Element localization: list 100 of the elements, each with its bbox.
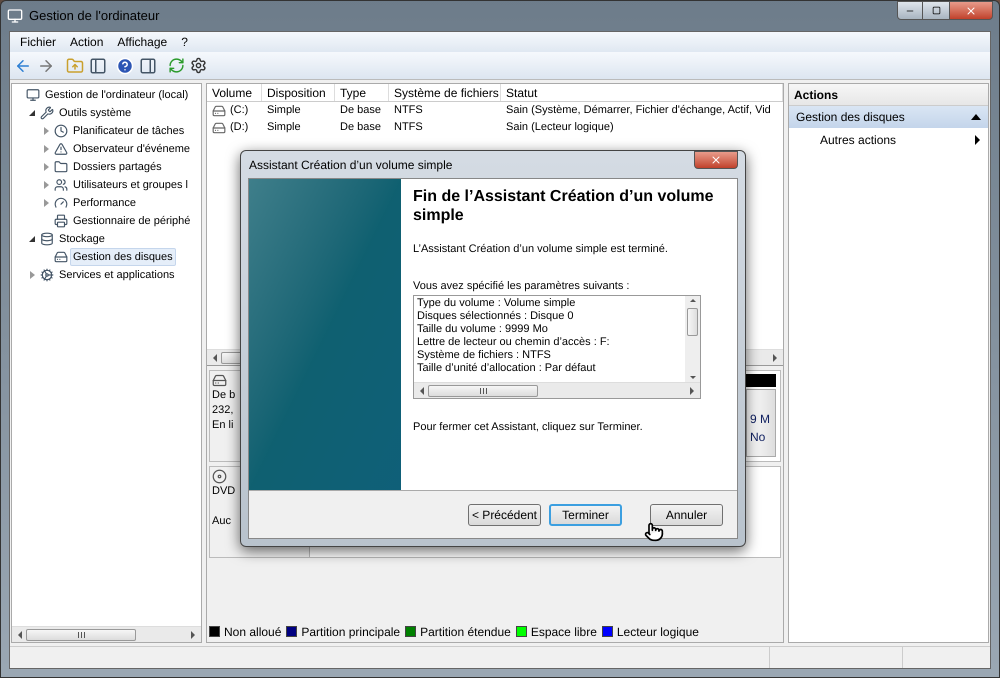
close-icon — [965, 4, 977, 16]
disk-info-text: Auc — [212, 514, 232, 529]
disk-info-text: De b — [212, 388, 236, 403]
table-cell-text: Simple — [267, 103, 301, 118]
collapsed-arrow-icon[interactable] — [30, 271, 34, 279]
window-title: Gestion de l'ordinateur — [29, 7, 160, 26]
tree-item[interactable]: Dossiers partagés — [70, 158, 165, 176]
menu-item[interactable]: ? — [181, 33, 188, 51]
legend-label: Espace libre — [530, 624, 597, 640]
warning-icon — [54, 142, 68, 156]
collapsed-arrow-icon[interactable] — [44, 163, 48, 171]
partition-text: No — [750, 429, 766, 446]
wizard-heading: Fin de l’Assistant Création d’un volume simple — [413, 187, 714, 225]
tree-item[interactable]: Outils système — [56, 104, 134, 122]
table-cell-text: NTFS — [394, 103, 423, 118]
collapsed-arrow-icon[interactable] — [44, 145, 48, 153]
table-cell-text: De base — [340, 103, 381, 118]
setting-line: Taille du volume : 9999 Mo — [417, 323, 549, 336]
drive-icon — [212, 120, 226, 134]
setting-line: Lettre de lecteur ou chemin d’accès : F: — [417, 336, 611, 349]
tree-item[interactable]: Observateur d'événeme — [70, 140, 194, 158]
disk-info-text: En li — [212, 418, 234, 433]
partition-bar — [746, 374, 776, 387]
folder-icon — [54, 160, 68, 174]
menu-item[interactable]: Action — [70, 33, 104, 51]
tree-item[interactable]: Stockage — [56, 230, 108, 248]
setting-line: Type du volume : Volume simple — [417, 297, 576, 310]
dialog-button[interactable]: < Précédent — [468, 504, 541, 526]
refresh-icon[interactable] — [168, 57, 185, 74]
tree-item[interactable]: Gestion de l'ordinateur (local) — [42, 86, 192, 104]
panel-right-icon[interactable] — [139, 56, 157, 74]
setting-line: Système de fichiers : NTFS — [417, 349, 552, 362]
hand-cursor-icon — [644, 522, 664, 542]
dialog-button[interactable]: Terminer — [549, 504, 622, 526]
partition-text: 9 M — [750, 411, 772, 428]
horizontal-scrollbar[interactable] — [12, 626, 201, 642]
disk-info-text: 232, — [212, 403, 234, 418]
column-header[interactable]: Volume — [207, 84, 262, 101]
legend-label: Partition étendue — [420, 624, 511, 640]
menu-item[interactable]: Fichier — [20, 33, 56, 51]
legend-label: Non alloué — [224, 624, 282, 640]
setting-line: Disques sélectionnés : Disque 0 — [417, 310, 575, 323]
actions-title: Actions — [789, 84, 988, 106]
collapsed-arrow-icon[interactable] — [44, 199, 48, 207]
users-icon — [54, 178, 68, 192]
intro-text: L’Assistant Création d’un volume simple est terminé. — [413, 242, 669, 257]
printer-icon — [54, 214, 68, 228]
tree-item[interactable]: Planificateur de tâches — [70, 122, 188, 140]
maximize-button[interactable] — [923, 1, 949, 20]
close-button[interactable] — [949, 1, 993, 20]
close-button[interactable] — [694, 151, 738, 169]
tools-icon — [40, 106, 54, 120]
settings-icon[interactable] — [190, 57, 207, 74]
table-cell-text: Simple — [267, 120, 301, 136]
tree-item[interactable]: Performance — [70, 194, 139, 212]
dialog-title: Assistant Création d’un volume simple — [248, 156, 452, 174]
column-header[interactable]: Système de fichiers — [389, 84, 501, 101]
collapsed-arrow-icon[interactable] — [44, 181, 48, 189]
table-cell-text: NTFS — [394, 120, 423, 136]
disk-info-text: DVD — [212, 484, 236, 499]
column-header[interactable]: Statut — [501, 84, 783, 101]
partition-block[interactable]: 9 M No — [746, 389, 776, 457]
dialog-button[interactable]: Annuler — [650, 504, 723, 526]
tree-item[interactable]: Gestionnaire de périphé — [70, 212, 194, 230]
expanded-arrow-icon[interactable] — [29, 110, 35, 116]
action-item[interactable]: Autres actions — [789, 128, 988, 152]
legend-label: Lecteur logique — [616, 624, 699, 640]
closing-text: Pour fermer cet Assistant, cliquez sur Terminer. — [413, 420, 644, 435]
tree-item[interactable]: Utilisateurs et groupes l — [70, 176, 191, 194]
actions-section-header[interactable]: Gestion des disques — [789, 106, 988, 128]
tree-item[interactable]: Gestion des disques — [70, 248, 176, 266]
table-cell-text: (D:) — [230, 120, 248, 136]
table-cell-text: Sain (Système, Démarrer, Fichier d'échange, Actif, Vid — [506, 103, 771, 118]
setting-line: Taille d’unité d’allocation : Par défaut — [417, 362, 597, 375]
menu-item[interactable]: Affichage — [117, 33, 168, 51]
close-icon — [710, 154, 722, 166]
maximize-icon — [932, 6, 940, 15]
legend-label: Partition principale — [301, 624, 400, 640]
database-icon — [40, 232, 54, 246]
column-header[interactable]: Type — [335, 84, 389, 101]
clock-icon — [54, 124, 68, 138]
panel-left-icon[interactable] — [89, 56, 107, 74]
gauge-icon — [54, 196, 68, 210]
folder-up-icon[interactable] — [66, 56, 84, 74]
vertical-scrollbar[interactable] — [685, 296, 700, 382]
help-icon[interactable] — [116, 56, 134, 74]
collapsed-arrow-icon[interactable] — [44, 127, 48, 135]
hard-drive-icon — [212, 373, 227, 388]
disc-icon — [212, 469, 227, 484]
table-cell-text: (C:) — [230, 103, 248, 118]
tree-item[interactable]: Services et applications — [56, 266, 178, 284]
minimize-button[interactable] — [897, 1, 923, 20]
settings-label: Vous avez spécifié les paramètres suivants : — [413, 278, 630, 294]
horizontal-scrollbar[interactable] — [414, 382, 700, 398]
gear-icon — [40, 268, 54, 282]
expanded-arrow-icon[interactable] — [29, 236, 35, 242]
computer-icon — [7, 8, 23, 24]
column-header[interactable]: Disposition — [262, 84, 335, 101]
table-cell-text: Sain (Lecteur logique) — [506, 120, 614, 136]
computer-icon — [26, 88, 40, 102]
